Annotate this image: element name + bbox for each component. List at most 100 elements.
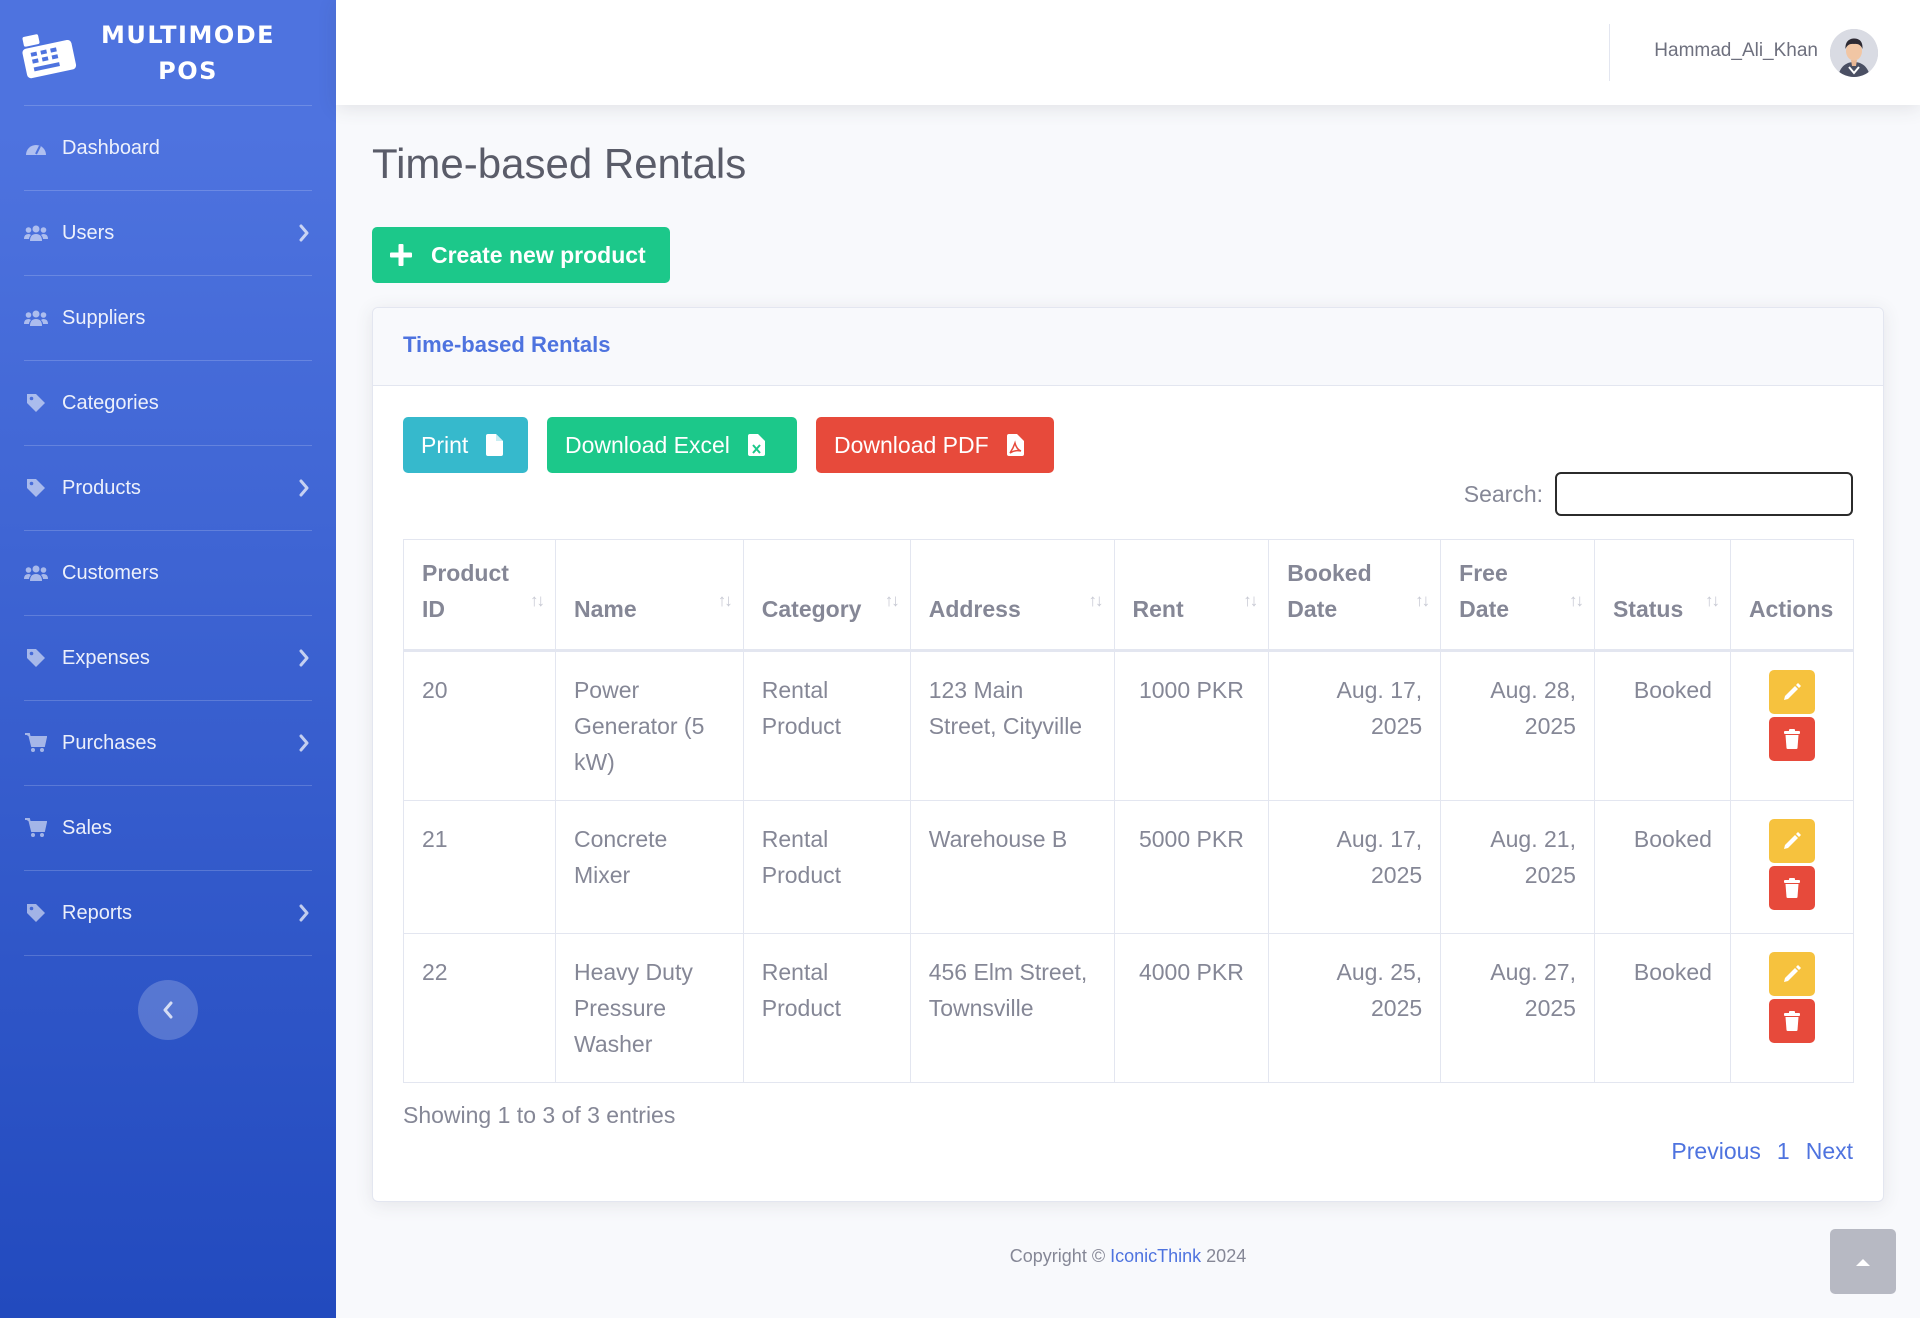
- cell-category: Rental Product: [742, 650, 911, 801]
- chevron-left-icon: [163, 1001, 173, 1019]
- chevron-right-icon: [299, 649, 309, 667]
- topbar: Hammad_Ali_Khan: [336, 0, 1920, 105]
- chevron-right-icon: [299, 734, 309, 752]
- sort-icon: ↑↓: [1088, 591, 1104, 610]
- sidebar-divider: [24, 955, 312, 956]
- column-header-rent[interactable]: Rent ↑↓: [1113, 539, 1270, 652]
- sidebar: MULTIMODE POS Dashboard Users Suppliers Cat…: [0, 0, 336, 1318]
- sidebar-item-label: Products: [62, 476, 141, 499]
- cell-name: Power Generator (5 kW): [554, 650, 744, 801]
- sidebar-item-purchases[interactable]: Purchases: [0, 701, 336, 785]
- brand-line-1: MULTIMODE: [100, 20, 276, 49]
- cell-actions: [1729, 650, 1855, 801]
- cell-product-id: 22: [403, 933, 556, 1083]
- print-label: Print: [421, 431, 469, 458]
- column-header-address[interactable]: Address ↑↓: [909, 539, 1115, 652]
- create-product-button[interactable]: Create new product: [372, 227, 670, 283]
- trash-icon: [1783, 878, 1800, 898]
- table-info: Showing 1 to 3 of 3 entries: [403, 1102, 676, 1128]
- pagination-page-1[interactable]: 1: [1777, 1138, 1790, 1165]
- sidebar-item-label: Sales: [62, 816, 113, 839]
- table-row: 22 Heavy Duty Pressure Washer Rental Produ…: [403, 933, 1855, 1083]
- users-icon: [24, 563, 48, 583]
- column-header-free-date[interactable]: Free Date ↑↓: [1440, 539, 1595, 652]
- edit-button[interactable]: [1768, 670, 1815, 714]
- column-header-booked-date-line-2: Date: [1287, 596, 1338, 622]
- delete-button[interactable]: [1768, 866, 1815, 910]
- sidebar-item-reports[interactable]: Reports: [0, 871, 336, 955]
- delete-button[interactable]: [1768, 717, 1815, 761]
- sidebar-item-customers[interactable]: Customers: [0, 531, 336, 615]
- edit-button[interactable]: [1768, 952, 1815, 996]
- print-button[interactable]: Print: [403, 417, 528, 473]
- sidebar-item-label: Categories: [62, 391, 159, 414]
- table-body: 20 Power Generator (5 kW) Rental Product 12…: [403, 650, 1855, 1083]
- user-avatar[interactable]: [1830, 29, 1878, 77]
- download-pdf-button[interactable]: Download PDF: [816, 417, 1054, 473]
- cell-rent: 1000 PKR: [1113, 650, 1270, 801]
- sidebar-item-products[interactable]: Products: [0, 446, 336, 530]
- brand-line-2: POS: [158, 56, 218, 85]
- sidebar-item-label: Suppliers: [62, 306, 146, 329]
- footer-prefix: Copyright ©: [1009, 1246, 1106, 1266]
- column-header-product-id-line-2: ID: [422, 596, 445, 622]
- column-header-booked-date[interactable]: Booked Date ↑↓: [1268, 539, 1442, 652]
- rentals-card: Time-based Rentals Print Download Excel …: [372, 307, 1884, 1202]
- cell-actions: [1729, 800, 1855, 934]
- trash-icon: [1783, 729, 1800, 749]
- brand[interactable]: MULTIMODE POS: [0, 0, 336, 105]
- brand-name: MULTIMODE POS: [98, 17, 278, 89]
- sidebar-item-label: Reports: [62, 901, 133, 924]
- column-header-name[interactable]: Name ↑↓: [554, 539, 744, 652]
- tag-icon: [24, 478, 48, 498]
- column-header-category[interactable]: Category ↑↓: [742, 539, 911, 652]
- edit-button[interactable]: [1768, 819, 1815, 863]
- sidebar-item-dashboard[interactable]: Dashboard: [0, 106, 336, 190]
- table-header-row: Product ID ↑↓ Name ↑↓ Category ↑↓ Addres…: [403, 539, 1855, 652]
- topbar-divider: [1609, 24, 1610, 81]
- scroll-to-top-button[interactable]: [1830, 1229, 1896, 1294]
- column-header-actions-label: Actions: [1748, 596, 1834, 622]
- cell-booked-date: Aug. 17, 2025: [1268, 650, 1442, 801]
- sidebar-item-categories[interactable]: Categories: [0, 361, 336, 445]
- sidebar-item-suppliers[interactable]: Suppliers: [0, 276, 336, 360]
- cell-actions: [1729, 933, 1855, 1083]
- download-excel-button[interactable]: Download Excel: [547, 417, 797, 473]
- sidebar-toggle-button[interactable]: [138, 980, 198, 1040]
- footer-company-link[interactable]: IconicThink: [1110, 1246, 1201, 1266]
- sidebar-item-label: Customers: [62, 561, 159, 584]
- cart-icon: [24, 818, 48, 838]
- sidebar-item-label: Expenses: [62, 646, 150, 669]
- column-header-free-date-line-2: Date: [1459, 596, 1510, 622]
- rentals-table: Product ID ↑↓ Name ↑↓ Category ↑↓ Addres…: [403, 539, 1855, 1083]
- search-input[interactable]: [1555, 472, 1853, 516]
- column-header-product-id[interactable]: Product ID ↑↓: [403, 539, 556, 652]
- column-header-actions: Actions: [1729, 539, 1855, 652]
- user-name[interactable]: Hammad_Ali_Khan: [1654, 40, 1818, 62]
- table-row: 20 Power Generator (5 kW) Rental Product 12…: [403, 650, 1855, 801]
- sort-icon: ↑↓: [1243, 591, 1258, 610]
- pencil-icon: [1783, 832, 1801, 849]
- cell-status: Booked: [1593, 650, 1731, 801]
- plus-icon: [390, 244, 412, 266]
- column-header-booked-date-line-1: Booked: [1287, 560, 1372, 586]
- column-header-category-label: Category: [761, 596, 862, 622]
- sidebar-item-expenses[interactable]: Expenses: [0, 616, 336, 700]
- table-row: 21 Concrete Mixer Rental Product Warehouse …: [403, 800, 1855, 934]
- download-pdf-label: Download PDF: [834, 431, 989, 458]
- users-icon: [24, 308, 48, 328]
- cell-product-id: 20: [403, 650, 556, 801]
- column-header-address-label: Address: [928, 596, 1021, 622]
- column-header-status[interactable]: Status ↑↓: [1593, 539, 1731, 652]
- pagination-previous[interactable]: Previous: [1671, 1138, 1760, 1165]
- pagination-next[interactable]: Next: [1806, 1138, 1853, 1165]
- cell-free-date: Aug. 28, 2025: [1440, 650, 1595, 801]
- sidebar-item-sales[interactable]: Sales: [0, 786, 336, 870]
- cell-address: 456 Elm Street, Townsville: [909, 933, 1115, 1083]
- sidebar-item-users[interactable]: Users: [0, 191, 336, 275]
- sidebar-item-label: Users: [62, 221, 115, 244]
- file-icon: [486, 434, 504, 456]
- delete-button[interactable]: [1768, 999, 1815, 1043]
- page-title: Time-based Rentals: [372, 140, 747, 187]
- tag-icon: [24, 903, 48, 923]
